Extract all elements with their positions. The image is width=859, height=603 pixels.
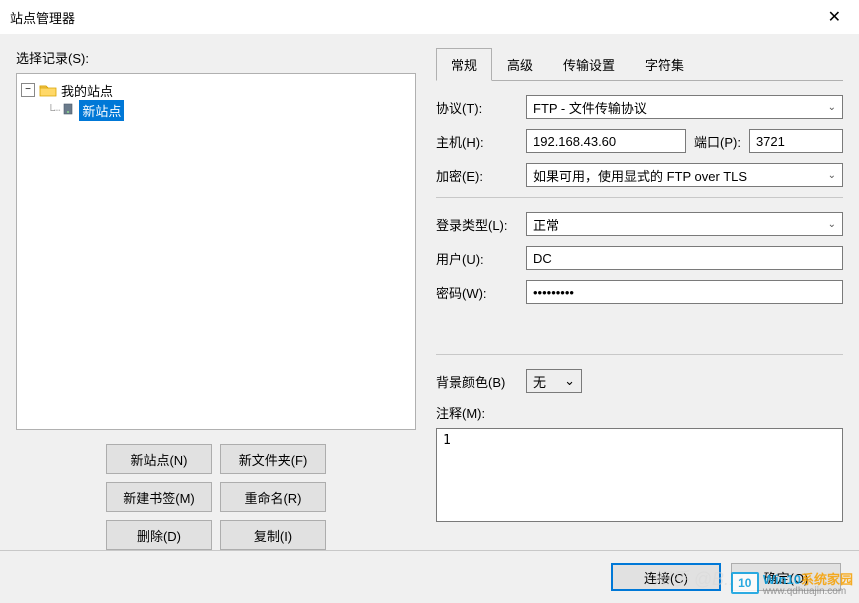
chevron-down-icon: ⌄ — [828, 219, 836, 230]
host-input[interactable] — [526, 129, 686, 153]
watermark-brand-sys: 系统家园 — [801, 572, 853, 587]
new-folder-button[interactable]: 新文件夹(F) — [220, 444, 326, 474]
new-site-button[interactable]: 新站点(N) — [106, 444, 212, 474]
comment-textarea[interactable] — [436, 428, 843, 522]
divider — [436, 354, 843, 355]
watermark-logo-icon: 10 — [731, 572, 759, 594]
select-entry-label: 选择记录(S): — [16, 48, 416, 67]
tree-root-label: 我的站点 — [61, 81, 113, 100]
watermark-brand-win: Win10 — [763, 572, 801, 587]
chevron-down-icon: ⌄ — [564, 373, 575, 389]
left-panel: 选择记录(S): − 我的站点 └┈ 新站点 — [16, 48, 416, 550]
tab-advanced[interactable]: 高级 — [492, 48, 548, 80]
zhihu-watermark: 知乎 @B... — [653, 565, 739, 591]
bgcolor-value: 无 — [533, 372, 546, 391]
watermark-url: www.qdhuajin.com — [763, 586, 853, 597]
user-input[interactable] — [526, 246, 843, 270]
divider — [436, 197, 843, 198]
chevron-down-icon: ⌄ — [828, 102, 836, 113]
tab-content-general: 协议(T): FTP - 文件传输协议 ⌄ 主机(H): 端口(P): 加密(E… — [436, 81, 843, 550]
site-watermark: 10 Win10系统家园 www.qdhuajin.com — [731, 569, 853, 597]
host-label: 主机(H): — [436, 132, 526, 151]
bgcolor-dropdown[interactable]: 无 ⌄ — [526, 369, 582, 393]
delete-button[interactable]: 删除(D) — [106, 520, 212, 550]
protocol-value: FTP - 文件传输协议 — [533, 98, 647, 117]
tree-connector-icon: └┈ — [47, 104, 59, 117]
right-panel: 常规 高级 传输设置 字符集 协议(T): FTP - 文件传输协议 ⌄ 主机(… — [436, 48, 843, 550]
server-icon — [61, 103, 75, 117]
tab-charset[interactable]: 字符集 — [630, 48, 699, 80]
tab-general[interactable]: 常规 — [436, 48, 492, 81]
encryption-value: 如果可用，使用显式的 FTP over TLS — [533, 166, 747, 185]
tab-transfer[interactable]: 传输设置 — [548, 48, 630, 80]
protocol-label: 协议(T): — [436, 98, 526, 117]
encryption-label: 加密(E): — [436, 166, 526, 185]
port-input[interactable] — [749, 129, 843, 153]
comment-label: 注释(M): — [436, 403, 843, 422]
tabs: 常规 高级 传输设置 字符集 — [436, 48, 843, 81]
user-label: 用户(U): — [436, 249, 526, 268]
chevron-down-icon: ⌄ — [828, 170, 836, 181]
logon-type-value: 正常 — [533, 215, 559, 234]
folder-icon — [39, 83, 57, 97]
password-label: 密码(W): — [436, 283, 526, 302]
password-input[interactable] — [526, 280, 843, 304]
new-bookmark-button[interactable]: 新建书签(M) — [106, 482, 212, 512]
bgcolor-label: 背景颜色(B) — [436, 372, 526, 391]
tree-child-label: 新站点 — [79, 100, 124, 121]
rename-button[interactable]: 重命名(R) — [220, 482, 326, 512]
tree-collapse-icon[interactable]: − — [21, 83, 35, 97]
titlebar: 站点管理器 ✕ — [0, 0, 859, 34]
port-label: 端口(P): — [694, 132, 741, 151]
copy-button[interactable]: 复制(I) — [220, 520, 326, 550]
close-icon[interactable]: ✕ — [820, 3, 849, 31]
logon-type-dropdown[interactable]: 正常 ⌄ — [526, 212, 843, 236]
site-tree[interactable]: − 我的站点 └┈ 新站点 — [16, 73, 416, 430]
protocol-dropdown[interactable]: FTP - 文件传输协议 ⌄ — [526, 95, 843, 119]
window-title: 站点管理器 — [10, 8, 75, 27]
tree-child-item[interactable]: └┈ 新站点 — [47, 100, 411, 120]
tree-root-item[interactable]: − 我的站点 — [21, 80, 411, 100]
logon-type-label: 登录类型(L): — [436, 215, 526, 234]
encryption-dropdown[interactable]: 如果可用，使用显式的 FTP over TLS ⌄ — [526, 163, 843, 187]
